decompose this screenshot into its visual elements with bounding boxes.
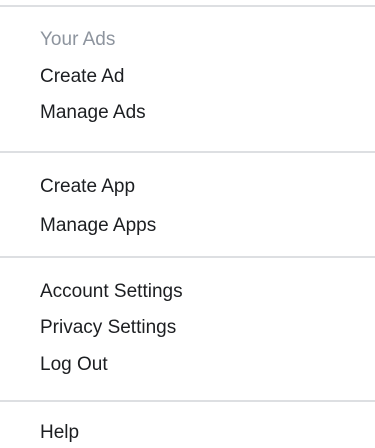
account-dropdown-menu: Your Ads Create Ad Manage Ads Create App… <box>0 0 375 445</box>
menu-item-log-out[interactable]: Log Out <box>40 350 365 380</box>
menu-item-create-ad[interactable]: Create Ad <box>40 62 365 92</box>
section-divider <box>0 151 375 153</box>
top-divider <box>0 5 375 7</box>
your-ads-header: Your Ads <box>40 29 116 50</box>
menu-item-manage-apps[interactable]: Manage Apps <box>40 211 365 241</box>
section-divider <box>0 256 375 258</box>
menu-item-create-app[interactable]: Create App <box>40 172 365 202</box>
menu-item-help[interactable]: Help <box>40 418 365 448</box>
menu-item-account-settings[interactable]: Account Settings <box>40 277 365 307</box>
menu-item-manage-ads[interactable]: Manage Ads <box>40 98 365 128</box>
section-divider <box>0 400 375 402</box>
menu-item-privacy-settings[interactable]: Privacy Settings <box>40 313 365 343</box>
